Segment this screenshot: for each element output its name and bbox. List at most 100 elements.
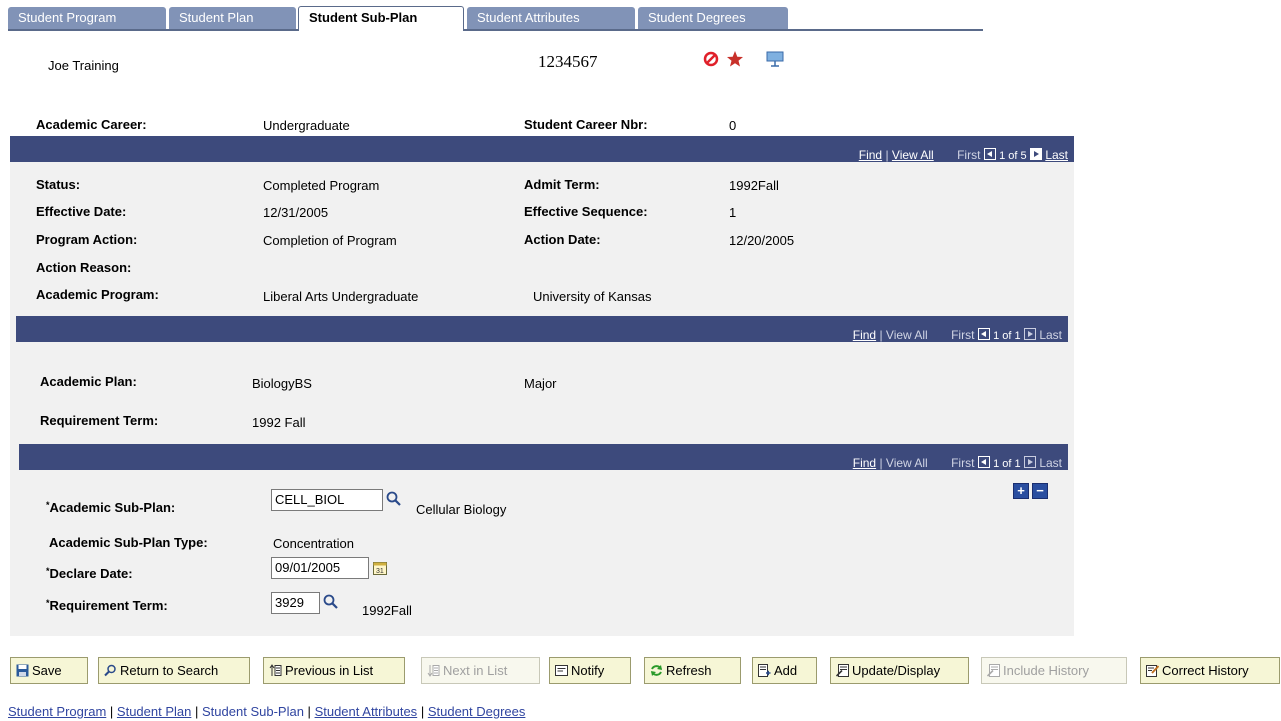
first-link[interactable]: First xyxy=(951,328,974,342)
separator: | xyxy=(885,148,889,162)
find-link[interactable]: Find xyxy=(853,328,876,342)
action-reason-label: Action Reason: xyxy=(36,260,132,275)
row-count: 1 of 1 xyxy=(993,458,1021,470)
tab-student-degrees[interactable]: Student Degrees xyxy=(638,7,788,29)
program-nav: Find | View All First 1 of 5 Last xyxy=(859,148,1068,162)
plan-nav: Find | View All First 1 of 1 Last xyxy=(853,328,1062,342)
svg-text:31: 31 xyxy=(376,568,384,575)
separator: | xyxy=(307,704,311,719)
plan-requirement-term-value: 1992 Fall xyxy=(252,415,306,430)
tab-student-program[interactable]: Student Program xyxy=(8,7,166,29)
tab-label: Student Program xyxy=(18,10,117,25)
footer-link-student-attributes[interactable]: Student Attributes xyxy=(315,704,418,719)
refresh-icon xyxy=(651,665,662,676)
last-link[interactable]: Last xyxy=(1045,148,1068,162)
first-link[interactable]: First xyxy=(957,148,980,162)
sub-plan-label: *Academic Sub-Plan: xyxy=(46,500,175,515)
tab-student-plan[interactable]: Student Plan xyxy=(169,7,296,29)
footer-links: Student Program | Student Plan | Student… xyxy=(8,704,525,719)
next-row-icon[interactable] xyxy=(1029,148,1042,160)
add-label: Add xyxy=(774,663,798,678)
save-label: Save xyxy=(32,663,62,678)
footer-link-student-degrees[interactable]: Student Degrees xyxy=(428,704,526,719)
prev-row-icon[interactable] xyxy=(977,456,990,468)
view-all-link[interactable]: View All xyxy=(892,148,934,162)
next-row-icon[interactable] xyxy=(1023,456,1036,468)
plan-requirement-term-label: Requirement Term: xyxy=(40,413,159,428)
find-link[interactable]: Find xyxy=(859,148,882,162)
subplan-scroll-bar: Find | View All First 1 of 1 Last xyxy=(19,444,1068,470)
search-icon[interactable] xyxy=(323,594,339,613)
correct-history-label: Correct History xyxy=(1162,663,1249,678)
admit-term-value: 1992Fall xyxy=(729,178,779,193)
return-to-search-button[interactable]: Return to Search xyxy=(98,657,250,684)
include-history-button[interactable]: Include History xyxy=(981,657,1127,684)
effective-date-value: 12/31/2005 xyxy=(263,205,329,220)
search-icon[interactable] xyxy=(386,491,402,510)
first-link[interactable]: First xyxy=(951,456,974,470)
action-date-value: 12/20/2005 xyxy=(729,233,795,248)
academic-program-value: Liberal Arts Undergraduate xyxy=(263,289,419,304)
sub-plan-requirement-term-label: *Requirement Term: xyxy=(46,598,168,613)
include-history-label: Include History xyxy=(1003,663,1089,678)
tab-student-sub-plan[interactable]: Student Sub-Plan xyxy=(298,6,464,31)
separator: | xyxy=(879,328,883,342)
career-nbr-value: 0 xyxy=(729,118,737,133)
presentation-icon xyxy=(766,50,784,71)
delete-row-button[interactable]: − xyxy=(1032,483,1048,499)
academic-program-institution: University of Kansas xyxy=(533,289,652,304)
last-link[interactable]: Last xyxy=(1039,328,1062,342)
update-display-label: Update/Display xyxy=(852,663,941,678)
notify-button[interactable]: Notify xyxy=(549,657,631,684)
separator: | xyxy=(879,456,883,470)
tab-student-attributes[interactable]: Student Attributes xyxy=(467,7,635,29)
tab-label: Student Degrees xyxy=(648,10,746,25)
add-row-button[interactable]: + xyxy=(1013,483,1029,499)
academic-career-label: Academic Career: xyxy=(36,117,147,132)
status-label: Status: xyxy=(36,177,81,192)
star-icon xyxy=(726,50,744,71)
row-count: 1 of 1 xyxy=(993,330,1021,342)
correct-history-icon xyxy=(1146,665,1159,677)
effective-sequence-label: Effective Sequence: xyxy=(524,204,648,219)
requirement-term-input[interactable]: 3929 xyxy=(271,592,320,614)
academic-career-value: Undergraduate xyxy=(263,118,350,133)
status-value: Completed Program xyxy=(263,178,380,193)
add-icon xyxy=(758,664,771,677)
footer-link-student-plan[interactable]: Student Plan xyxy=(117,704,191,719)
find-link[interactable]: Find xyxy=(853,456,876,470)
notify-label: Notify xyxy=(571,663,605,678)
view-all-link[interactable]: View All xyxy=(886,456,928,470)
next-in-list-button[interactable]: Next in List xyxy=(421,657,540,684)
refresh-label: Refresh xyxy=(666,663,712,678)
save-button[interactable]: Save xyxy=(10,657,88,684)
program-action-label: Program Action: xyxy=(36,232,138,247)
view-all-link[interactable]: View All xyxy=(886,328,928,342)
plan-scroll-bar: Find | View All First 1 of 1 Last xyxy=(16,316,1068,342)
academic-plan-label: Academic Plan: xyxy=(40,374,137,389)
tab-label: Student Sub-Plan xyxy=(309,10,418,25)
prev-row-icon[interactable] xyxy=(977,328,990,340)
refresh-button[interactable]: Refresh xyxy=(644,657,741,684)
next-in-list-label: Next in List xyxy=(443,663,508,678)
update-display-button[interactable]: Update/Display xyxy=(830,657,969,684)
last-link[interactable]: Last xyxy=(1039,456,1062,470)
declare-date-input[interactable]: 09/01/2005 xyxy=(271,557,369,579)
update-display-icon xyxy=(836,664,849,677)
prev-row-icon[interactable] xyxy=(983,148,996,160)
correct-history-button[interactable]: Correct History xyxy=(1140,657,1280,684)
separator: | xyxy=(109,704,114,719)
previous-in-list-button[interactable]: Previous in List xyxy=(263,657,405,684)
sub-plan-input[interactable]: CELL_BIOL xyxy=(271,489,383,511)
add-button[interactable]: Add xyxy=(752,657,817,684)
sub-plan-description: Cellular Biology xyxy=(416,502,507,517)
previous-in-list-label: Previous in List xyxy=(285,663,374,678)
effective-sequence-value: 1 xyxy=(729,205,737,220)
calendar-icon[interactable]: 31 xyxy=(372,560,388,579)
next-row-icon[interactable] xyxy=(1023,328,1036,340)
footer-link-student-program[interactable]: Student Program xyxy=(8,704,106,719)
student-id: 1234567 xyxy=(538,52,598,71)
declare-date-label-text: Declare Date: xyxy=(49,566,133,581)
return-search-icon xyxy=(104,664,116,677)
action-date-label: Action Date: xyxy=(524,232,601,247)
